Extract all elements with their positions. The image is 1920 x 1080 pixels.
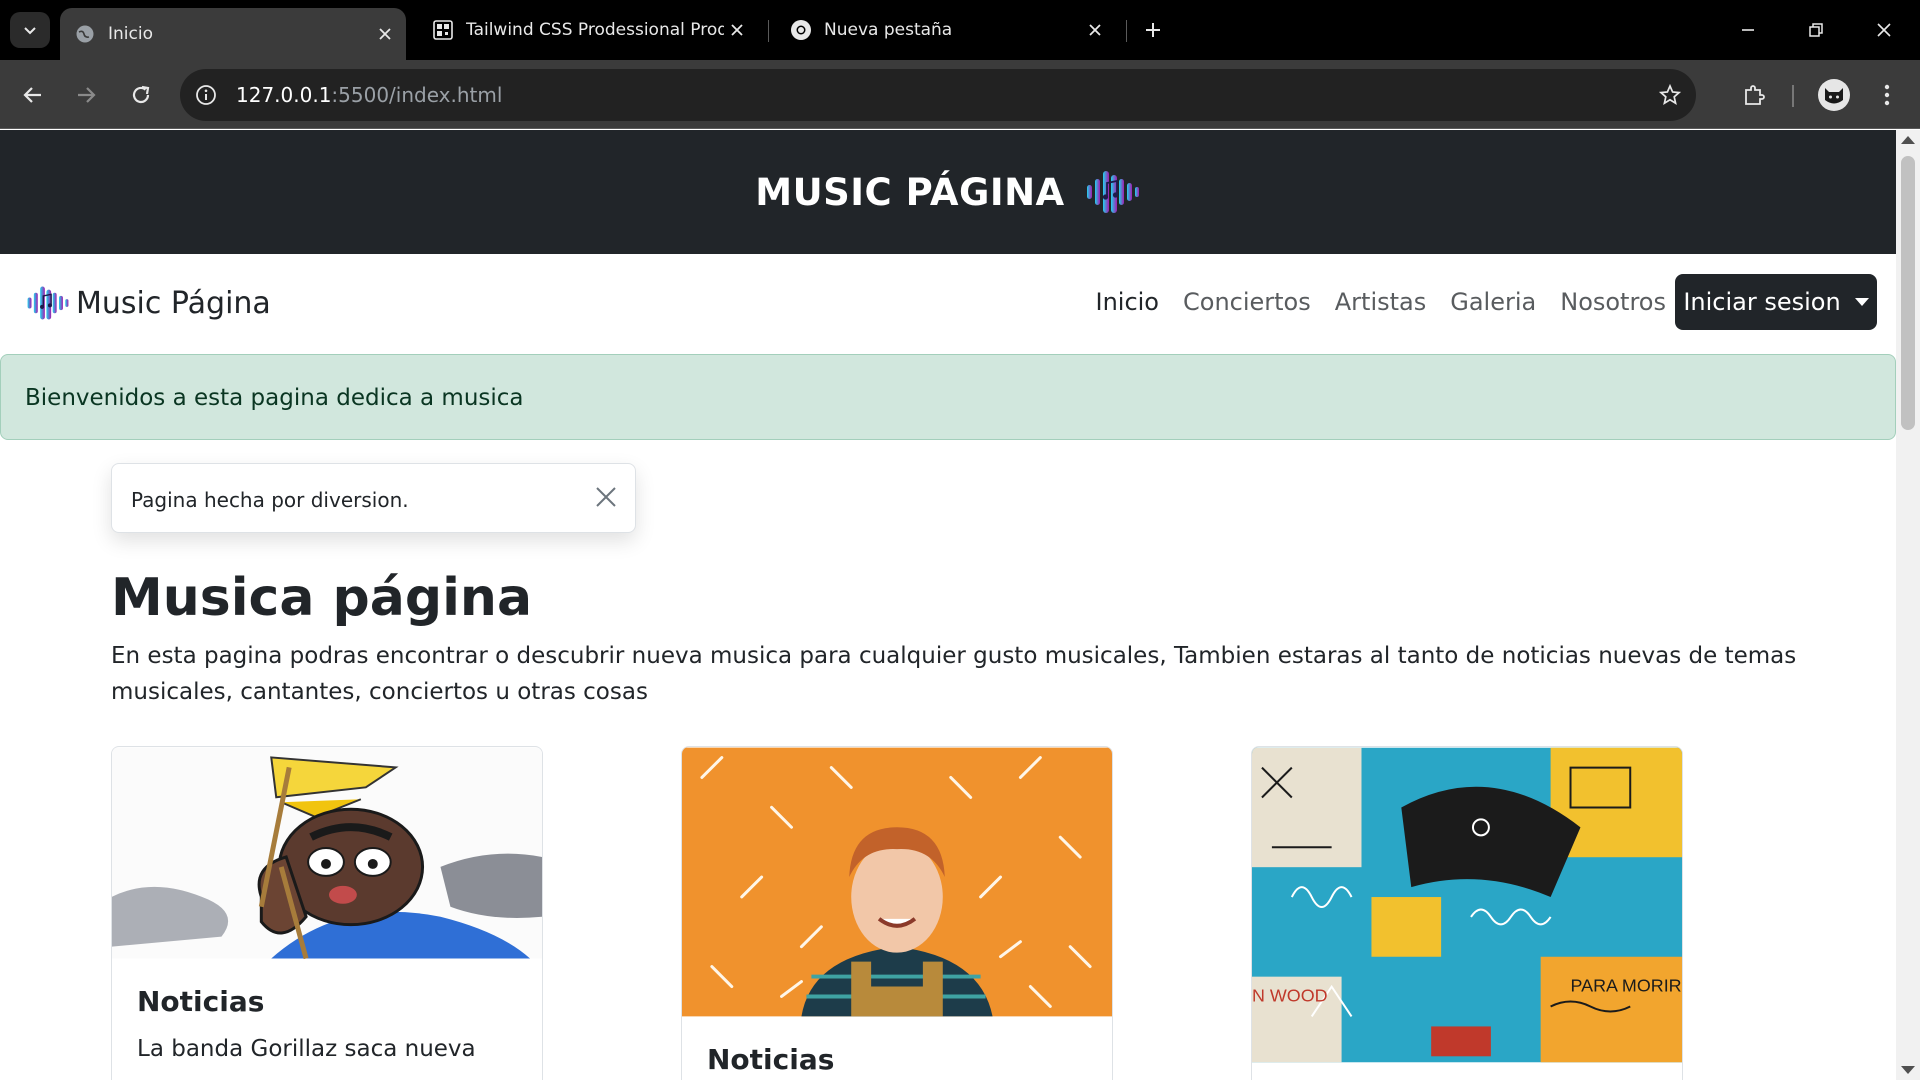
login-dropdown-button[interactable]: Iniciar sesion	[1675, 274, 1877, 330]
extensions-button[interactable]	[1736, 77, 1772, 113]
reload-button[interactable]	[123, 77, 159, 113]
toast-text: Pagina hecha por diversion.	[131, 488, 409, 512]
back-button[interactable]	[15, 77, 51, 113]
address-bar[interactable]: 127.0.0.1:5500/index.html	[180, 69, 1696, 121]
chrome-icon	[790, 19, 812, 41]
puzzle-icon	[1745, 85, 1765, 105]
alert-text: Bienvenidos a esta pagina dedica a music…	[25, 385, 524, 411]
artwork-scribble-text: N WOOD	[1252, 986, 1328, 1006]
tab-title: Nueva pestaña	[824, 20, 953, 40]
url-text[interactable]: 127.0.0.1:5500/index.html	[236, 83, 502, 107]
hero-title: MUSIC PÁGINA	[755, 170, 1065, 214]
kebab-menu-icon	[1884, 84, 1890, 106]
close-icon[interactable]	[593, 484, 619, 510]
nav-link-nosotros[interactable]: Nosotros	[1560, 288, 1666, 316]
close-icon[interactable]	[1082, 17, 1108, 43]
star-icon[interactable]	[1656, 81, 1684, 109]
brand-text: Music Página	[76, 285, 271, 321]
welcome-alert: Bienvenidos a esta pagina dedica a music…	[0, 354, 1896, 440]
tab-separator	[768, 20, 769, 42]
tab-nueva-pestana[interactable]: Nueva pestaña	[776, 8, 1116, 52]
navbar-brand[interactable]: Music Página	[26, 284, 271, 322]
card-image-portrait	[682, 747, 1112, 1017]
toast: Pagina hecha por diversion.	[111, 463, 636, 533]
page-lead: En esta pagina podras encontrar o descub…	[111, 643, 1797, 705]
close-window-button[interactable]	[1864, 12, 1904, 48]
close-icon[interactable]	[724, 17, 750, 43]
login-label: Iniciar sesion	[1683, 288, 1841, 316]
navbar: Music Página Inicio Conciertos Artistas …	[0, 254, 1896, 354]
menu-button[interactable]	[1869, 77, 1905, 113]
card-image-artwork: PARA MORIR N WOOD	[1252, 747, 1682, 1063]
music-logo-icon	[27, 286, 69, 320]
scroll-down-arrow-icon[interactable]	[1901, 1066, 1915, 1074]
page-title: Musica página	[111, 568, 533, 628]
url-host: 127.0.0.1	[236, 83, 332, 107]
nav-link-conciertos[interactable]: Conciertos	[1183, 288, 1311, 316]
tab-title: Inicio	[108, 24, 153, 44]
minimize-button[interactable]	[1728, 12, 1768, 48]
nav-links: Inicio Conciertos Artistas Galeria Nosot…	[1095, 288, 1666, 316]
nav-link-artistas[interactable]: Artistas	[1335, 288, 1427, 316]
tab-title: Tailwind CSS Prodessional Prod	[466, 20, 724, 40]
browser-toolbar: 127.0.0.1:5500/index.html	[0, 60, 1920, 129]
news-card: Noticias La banda Gorillaz saca nueva	[111, 746, 543, 1080]
close-icon	[1877, 23, 1891, 37]
chevron-down-icon	[24, 27, 36, 35]
plus-icon	[1146, 23, 1160, 37]
restore-icon	[1809, 23, 1823, 37]
browser-tabstrip: Inicio Tailwind CSS Prodessional Prod Nu…	[0, 0, 1920, 60]
music-logo-icon	[1086, 171, 1139, 213]
hero-header: MUSIC PÁGINA	[0, 130, 1896, 254]
card-body: Noticias La banda Gorillaz saca nueva	[112, 959, 542, 1080]
tab-tailwind[interactable]: Tailwind CSS Prodessional Prod	[418, 8, 758, 52]
reload-icon	[132, 85, 150, 104]
url-path: :5500/index.html	[331, 83, 503, 107]
qr-icon	[432, 19, 454, 41]
profile-avatar[interactable]	[1818, 79, 1850, 111]
new-tab-button[interactable]	[1138, 15, 1168, 45]
scroll-up-arrow-icon[interactable]	[1901, 136, 1915, 144]
card-title: Noticias	[707, 1043, 835, 1076]
restore-button[interactable]	[1796, 12, 1836, 48]
forward-button[interactable]	[68, 77, 104, 113]
globe-icon	[74, 23, 96, 45]
close-icon[interactable]	[372, 21, 398, 47]
tab-separator	[1126, 20, 1127, 42]
scroll-thumb[interactable]	[1901, 156, 1915, 430]
cat-icon	[1825, 88, 1843, 104]
info-icon[interactable]	[192, 81, 220, 109]
nav-link-inicio[interactable]: Inicio	[1095, 288, 1159, 316]
news-card: Noticias	[681, 746, 1113, 1080]
card-title: Noticias	[137, 985, 265, 1018]
card-text: La banda Gorillaz saca nueva	[137, 1036, 476, 1062]
page-viewport: MUSIC PÁGINA Music Página Inicio Concier…	[0, 130, 1896, 1080]
tab-inicio[interactable]: Inicio	[60, 8, 406, 60]
arrow-left-icon	[23, 87, 41, 103]
card-image-cartoon	[112, 747, 542, 959]
news-card: PARA MORIR N WOOD	[1251, 746, 1683, 1080]
tab-search-button[interactable]	[10, 12, 50, 48]
toolbar-divider	[1792, 85, 1794, 107]
arrow-right-icon	[78, 87, 96, 103]
page-scrollbar[interactable]	[1896, 130, 1920, 1080]
artwork-scribble-text: PARA MORIR	[1571, 976, 1682, 996]
caret-down-icon	[1854, 298, 1869, 306]
card-body: Noticias	[682, 1017, 1112, 1080]
nav-link-galeria[interactable]: Galeria	[1450, 288, 1536, 316]
minimize-icon	[1742, 29, 1754, 31]
